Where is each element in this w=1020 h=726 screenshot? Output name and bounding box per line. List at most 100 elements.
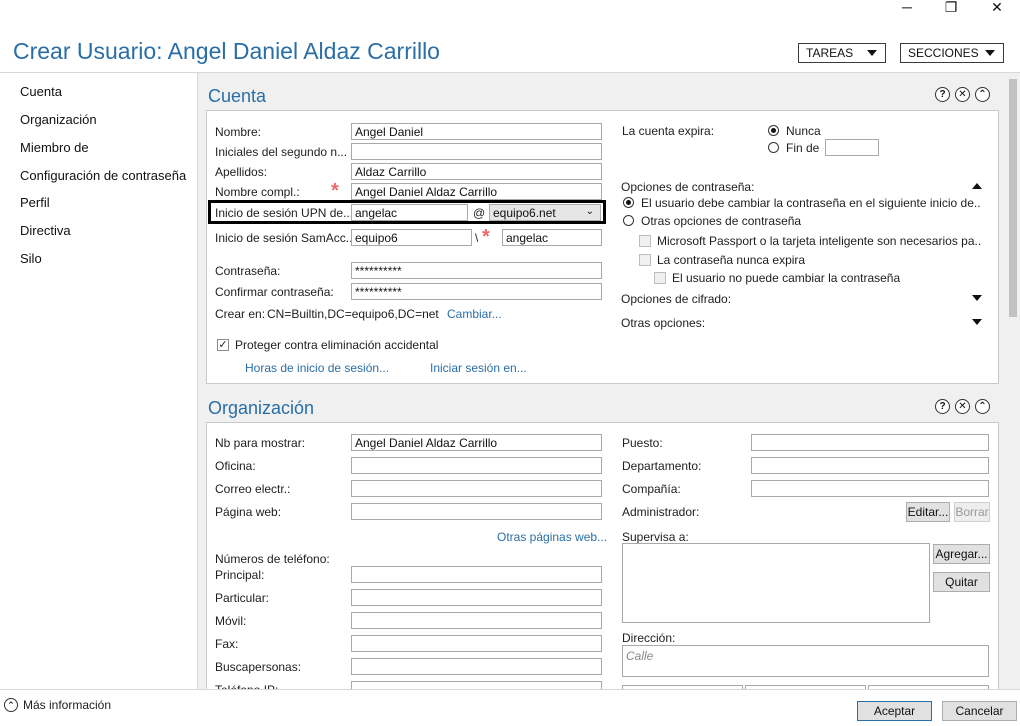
other-options-radio[interactable] [623, 215, 634, 226]
pager-field[interactable] [351, 658, 602, 675]
sam-user-field[interactable]: angelac [502, 229, 602, 246]
close-window-button[interactable]: ✕ [974, 0, 1020, 16]
fax-label: Fax: [215, 637, 239, 651]
sam-label: Inicio de sesión SamAcc... [215, 231, 351, 245]
organization-panel: Nb para mostrar: Angel Daniel Aldaz Carr… [206, 422, 999, 702]
vertical-scrollbar[interactable] [1006, 73, 1020, 689]
expires-never-radio[interactable] [768, 125, 779, 136]
sidebar-item-cuenta[interactable]: Cuenta [20, 84, 62, 99]
must-change-label: El usuario debe cambiar la contraseña en… [641, 196, 981, 210]
passport-checkbox[interactable] [639, 235, 651, 247]
remove-report-button[interactable]: Quitar [933, 572, 990, 592]
initials-field[interactable] [351, 143, 602, 160]
mobile-phone-field[interactable] [351, 612, 602, 629]
restore-button[interactable]: ❐ [928, 0, 974, 16]
other-web-pages-link[interactable]: Otras páginas web... [497, 530, 607, 544]
web-page-field[interactable] [351, 503, 602, 520]
collapse-icon[interactable]: ⌃ [975, 87, 990, 102]
first-name-field[interactable]: Angel Daniel [351, 123, 602, 140]
sections-dropdown[interactable]: SECCIONES [900, 43, 1004, 63]
content-area: Cuenta ? ✕ ⌃ Nombre: Angel Daniel Inicia… [198, 73, 1006, 702]
ok-button[interactable]: Aceptar [857, 701, 932, 721]
address-label: Dirección: [622, 631, 676, 645]
clear-manager-button[interactable]: Borrar [954, 502, 990, 522]
last-name-field[interactable]: Aldaz Carrillo [351, 163, 602, 180]
sidebar-item-silo[interactable]: Silo [20, 251, 42, 266]
create-in-value: CN=Builtin,DC=equipo6,DC=net [267, 307, 439, 321]
at-sign: @ [473, 206, 486, 220]
edit-manager-button[interactable]: Editar... [906, 502, 950, 522]
collapse-icon[interactable]: ⌃ [975, 399, 990, 414]
add-report-button[interactable]: Agregar... [933, 544, 990, 564]
required-asterisk: * [482, 226, 490, 248]
cancel-button[interactable]: Cancelar [942, 701, 1017, 721]
sidebar-item-miembro-de[interactable]: Miembro de [20, 140, 89, 155]
confirm-password-label: Confirmar contraseña: [215, 285, 334, 299]
display-name-field[interactable]: Angel Daniel Aldaz Carrillo [351, 434, 602, 451]
fax-field[interactable] [351, 635, 602, 652]
help-icon[interactable]: ? [935, 87, 950, 102]
minimize-button[interactable]: ─ [884, 0, 930, 16]
expand-arrow-icon[interactable] [972, 295, 982, 301]
account-expires-label: La cuenta expira: [622, 124, 715, 138]
close-icon[interactable]: ✕ [955, 399, 970, 414]
cannot-change-checkbox[interactable] [654, 272, 666, 284]
logon-hours-link[interactable]: Horas de inicio de sesión... [245, 361, 389, 375]
protect-checkbox[interactable]: ✓ [217, 339, 229, 351]
protect-label: Proteger contra eliminación accidental [235, 338, 439, 352]
street-field[interactable]: Calle [622, 645, 989, 677]
logon-to-link[interactable]: Iniciar sesión en... [430, 361, 527, 375]
password-field[interactable]: ********** [351, 262, 602, 279]
office-label: Oficina: [215, 459, 256, 473]
sidebar-item-organizacion[interactable]: Organización [20, 112, 97, 127]
upn-user-field[interactable]: angelac [351, 204, 468, 221]
upn-domain-value: equipo6.net [493, 206, 556, 220]
never-expires-label: La contraseña nunca expira [657, 253, 806, 267]
create-in-label: Crear en: [215, 307, 266, 321]
expand-arrow-icon[interactable] [972, 319, 982, 325]
confirm-password-field[interactable]: ********** [351, 283, 602, 300]
other-options-label: Otras opciones de contraseña [641, 214, 802, 228]
password-label: Contraseña: [215, 264, 281, 278]
direct-reports-list[interactable] [622, 543, 930, 623]
encryption-options-label: Opciones de cifrado: [621, 292, 732, 306]
sidebar-item-perfil[interactable]: Perfil [20, 195, 50, 210]
section-title-organizacion: Organización [208, 398, 315, 418]
job-title-field[interactable] [751, 434, 989, 451]
help-icon[interactable]: ? [935, 399, 950, 414]
chevron-down-icon: ⌄ [585, 206, 594, 217]
email-field[interactable] [351, 480, 602, 497]
expires-date-field[interactable] [825, 139, 879, 156]
main-phone-field[interactable] [351, 566, 602, 583]
expand-up-icon[interactable]: ⌃ [4, 698, 18, 712]
tasks-label: TAREAS [806, 46, 854, 60]
upn-label: Inicio de sesión UPN de... [215, 206, 351, 220]
change-container-link[interactable]: Cambiar... [447, 307, 502, 321]
collapse-arrow-icon[interactable] [972, 183, 982, 189]
company-label: Compañía: [622, 482, 681, 496]
must-change-radio[interactable] [623, 197, 634, 208]
mobile-phone-label: Móvil: [215, 614, 247, 628]
sidebar-item-directiva[interactable]: Directiva [20, 223, 71, 238]
office-field[interactable] [351, 457, 602, 474]
home-phone-field[interactable] [351, 589, 602, 606]
company-field[interactable] [751, 480, 989, 497]
required-asterisk: * [331, 180, 339, 202]
full-name-field[interactable]: Angel Daniel Aldaz Carrillo [351, 183, 602, 200]
scrollbar-thumb[interactable] [1009, 79, 1017, 317]
display-name-label: Nb para mostrar: [215, 436, 306, 450]
sam-domain-field[interactable]: equipo6 [351, 229, 472, 246]
never-expires-checkbox[interactable] [639, 254, 651, 266]
expires-end-radio[interactable] [768, 142, 779, 153]
web-page-label: Página web: [215, 505, 282, 519]
sidebar-item-password-settings[interactable]: Configuración de contraseña [20, 168, 186, 183]
tasks-dropdown[interactable]: TAREAS [798, 43, 886, 63]
more-info-link[interactable]: Más información [23, 698, 111, 712]
upn-domain-select[interactable]: equipo6.net ⌄ [489, 204, 601, 221]
footer-bar: ⌃ Más información Aceptar Cancelar [0, 689, 1020, 726]
close-icon[interactable]: ✕ [955, 87, 970, 102]
page-title: Crear Usuario: Angel Daniel Aldaz Carril… [13, 38, 440, 64]
department-field[interactable] [751, 457, 989, 474]
chevron-down-icon [985, 50, 995, 56]
direct-reports-label: Supervisa a: [622, 530, 689, 544]
